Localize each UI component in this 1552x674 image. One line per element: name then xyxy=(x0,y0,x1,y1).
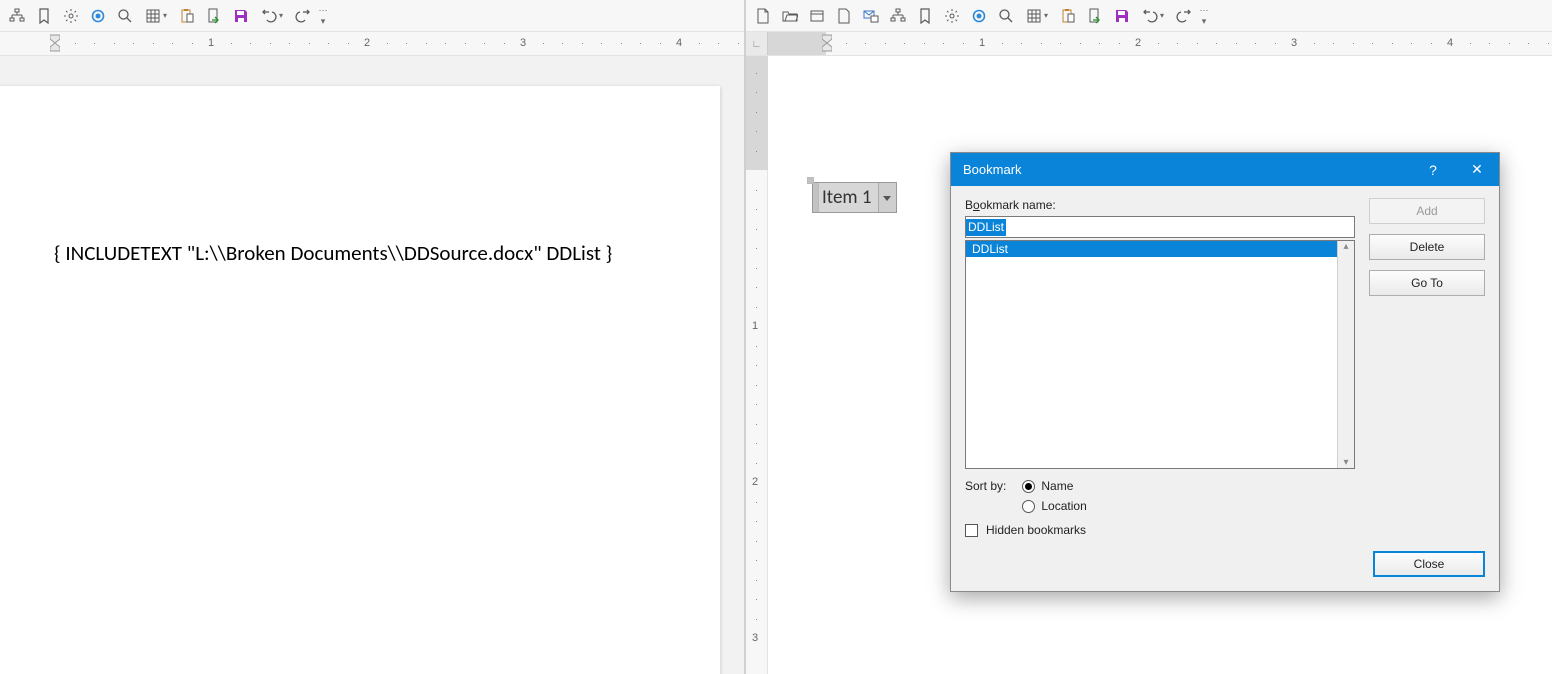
bookmark-listbox[interactable]: DDList ▴ ▾ xyxy=(965,240,1355,469)
indent-marker-icon[interactable] xyxy=(822,33,832,53)
table-dropdown-icon[interactable]: ▾ xyxy=(1020,3,1054,29)
redo-icon[interactable] xyxy=(290,3,316,29)
toolbar-left: ▾ ▾ ⋯▾ xyxy=(0,0,744,32)
save-icon[interactable] xyxy=(228,3,254,29)
sort-by-location-radio[interactable]: Location xyxy=(1022,499,1086,513)
indent-marker-icon[interactable] xyxy=(50,33,60,53)
goto-button[interactable]: Go To xyxy=(1369,270,1485,296)
export-icon[interactable] xyxy=(1082,3,1108,29)
field-code-text: { INCLUDETEXT "L:\\Broken Documents\\DDS… xyxy=(54,240,612,266)
ruler-tick: 2 xyxy=(364,37,370,49)
save-icon[interactable] xyxy=(1109,3,1135,29)
ruler-tick: 4 xyxy=(1447,37,1453,49)
bookmark-dialog: Bookmark ? ✕ Bookmark name: DDList DD xyxy=(950,152,1500,592)
toolbar-overflow-icon[interactable]: ⋯▾ xyxy=(1198,5,1210,27)
blank-doc-icon[interactable] xyxy=(831,3,857,29)
export-icon[interactable] xyxy=(201,3,227,29)
record-icon[interactable] xyxy=(85,3,111,29)
search-icon[interactable] xyxy=(993,3,1019,29)
hidden-bookmarks-checkbox[interactable]: Hidden bookmarks xyxy=(965,523,1355,537)
help-button[interactable]: ? xyxy=(1411,153,1455,186)
ruler-margin-shade xyxy=(768,32,826,56)
new-doc-icon[interactable] xyxy=(750,3,776,29)
undo-dropdown-icon[interactable]: ▾ xyxy=(1136,3,1170,29)
ruler-vertical-right[interactable]: 1 2 3 xyxy=(746,56,768,674)
gear-icon[interactable] xyxy=(939,3,965,29)
sort-by-label: Sort by: xyxy=(965,479,1006,493)
toolbar-overflow-icon[interactable]: ⋯▾ xyxy=(317,5,329,27)
bookmark-name-label: Bookmark name: xyxy=(965,198,1355,212)
ruler-horizontal-left[interactable]: 1 2 3 4 xyxy=(0,32,744,56)
sitemap-icon[interactable] xyxy=(885,3,911,29)
document-area-right[interactable]: Item 1 Bookmark ? ✕ Bookmark name: xyxy=(768,56,1552,674)
table-dropdown-icon[interactable]: ▾ xyxy=(139,3,173,29)
ruler-tick: 1 xyxy=(979,37,985,49)
redo-icon[interactable] xyxy=(1171,3,1197,29)
dropdown-form-field[interactable]: Item 1 xyxy=(812,182,897,213)
bookmark-name-value: DDList xyxy=(966,219,1006,236)
dialog-title-text: Bookmark xyxy=(963,162,1022,177)
open-folder-icon[interactable] xyxy=(777,3,803,29)
dialog-titlebar[interactable]: Bookmark ? ✕ xyxy=(951,153,1499,186)
bookmark-icon[interactable] xyxy=(31,3,57,29)
add-button[interactable]: Add xyxy=(1369,198,1485,224)
close-button[interactable]: Close xyxy=(1373,551,1485,577)
sitemap-icon[interactable] xyxy=(4,3,30,29)
dropdown-caret-icon[interactable] xyxy=(878,183,896,212)
ruler-tick: 3 xyxy=(752,632,758,644)
ruler-tick: 3 xyxy=(1291,37,1297,49)
search-icon[interactable] xyxy=(112,3,138,29)
ruler-horizontal-right[interactable]: ∟ 1234 xyxy=(746,32,1552,56)
mail-merge-icon[interactable] xyxy=(858,3,884,29)
paste-icon[interactable] xyxy=(174,3,200,29)
delete-button[interactable]: Delete xyxy=(1369,234,1485,260)
scrollbar[interactable]: ▴ ▾ xyxy=(1337,241,1354,468)
ruler-tick: 1 xyxy=(208,37,214,49)
ruler-tick: 2 xyxy=(1135,37,1141,49)
field-handle-icon[interactable] xyxy=(813,183,819,212)
gear-icon[interactable] xyxy=(58,3,84,29)
ruler-tick: 2 xyxy=(752,476,758,488)
bookmark-name-input[interactable]: DDList xyxy=(965,216,1355,238)
document-area-left[interactable]: { INCLUDETEXT "L:\\Broken Documents\\DDS… xyxy=(0,56,744,674)
close-icon[interactable]: ✕ xyxy=(1455,153,1499,186)
bookmark-icon[interactable] xyxy=(912,3,938,29)
ruler-tick: 3 xyxy=(520,37,526,49)
sort-by-name-radio[interactable]: Name xyxy=(1022,479,1086,493)
scroll-up-icon[interactable]: ▴ xyxy=(1343,241,1348,252)
paste-icon[interactable] xyxy=(1055,3,1081,29)
window-icon[interactable] xyxy=(804,3,830,29)
record-icon[interactable] xyxy=(966,3,992,29)
toolbar-right: ▾ ▾ ⋯▾ xyxy=(746,0,1552,32)
ruler-tick: 4 xyxy=(676,37,682,49)
scroll-down-icon[interactable]: ▾ xyxy=(1343,457,1348,468)
ruler-tick: 1 xyxy=(752,320,758,332)
undo-dropdown-icon[interactable]: ▾ xyxy=(255,3,289,29)
list-item[interactable]: DDList xyxy=(966,241,1354,257)
dropdown-value: Item 1 xyxy=(819,183,878,212)
